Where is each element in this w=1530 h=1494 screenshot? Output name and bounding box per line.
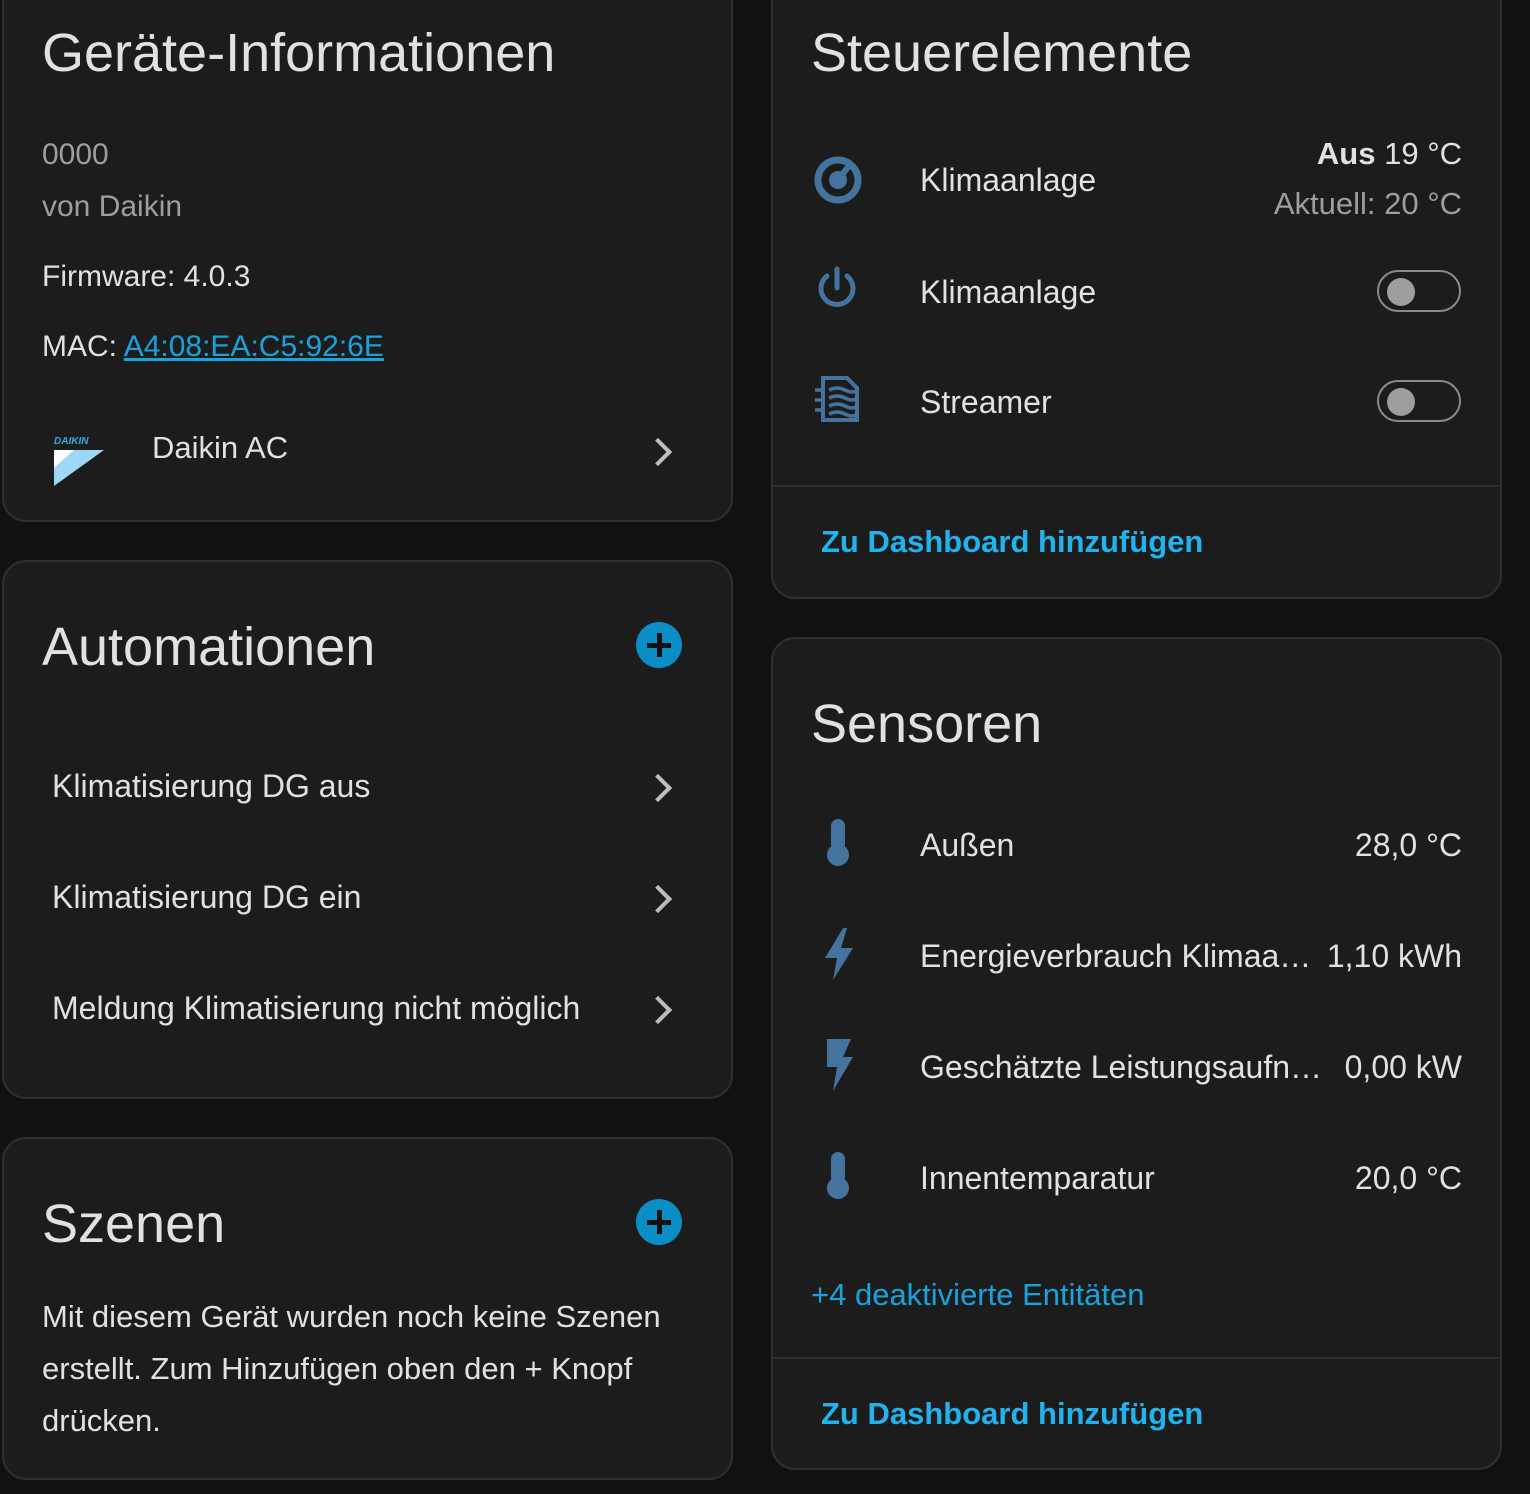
sensors-card: Sensoren Außen 28,0 °C Energieverbrauch … bbox=[771, 637, 1502, 1470]
mac-label: MAC: bbox=[42, 330, 124, 363]
thermometer-icon bbox=[823, 1150, 853, 1205]
sensors-add-to-dashboard-button[interactable]: Zu Dashboard hinzufügen bbox=[821, 1396, 1203, 1432]
automation-label: Meldung Klimatisierung nicht möglich bbox=[52, 990, 581, 1026]
thermostat-icon bbox=[813, 155, 863, 210]
climate-state: Aus 19 °C bbox=[1317, 136, 1462, 172]
chevron-right-icon bbox=[643, 437, 673, 467]
device-firmware: Firmware: 4.0.3 bbox=[42, 260, 251, 293]
toggle-knob bbox=[1387, 388, 1415, 416]
toggle-knob bbox=[1387, 278, 1415, 306]
chevron-right-icon bbox=[643, 773, 673, 803]
chevron-right-icon bbox=[643, 995, 673, 1025]
mac-link[interactable]: A4:08:EA:C5:92:6E bbox=[124, 330, 384, 363]
integration-row[interactable]: DAIKIN Daikin AC bbox=[4, 422, 731, 512]
device-model: 0000 bbox=[42, 138, 109, 171]
lightning-icon bbox=[823, 928, 855, 985]
power-switch-label: Klimaanlage bbox=[920, 274, 1097, 310]
sensor-value: 0,00 kW bbox=[1344, 1049, 1462, 1085]
sensor-label: Energieverbrauch Klimaa… bbox=[920, 938, 1312, 974]
sensor-label: Geschätzte Leistungsaufn… bbox=[920, 1049, 1323, 1085]
sensor-value: 1,10 kWh bbox=[1326, 938, 1462, 974]
chevron-right-icon bbox=[643, 884, 673, 914]
device-info-title: Geräte-Informationen bbox=[42, 23, 556, 83]
sensor-value: 20,0 °C bbox=[1354, 1160, 1462, 1196]
sensor-row[interactable]: Energieverbrauch Klimaa… 1,10 kWh bbox=[773, 900, 1500, 1010]
air-filter-icon bbox=[813, 374, 863, 429]
daikin-logo-text: DAIKIN bbox=[54, 436, 89, 447]
controls-add-to-dashboard-button[interactable]: Zu Dashboard hinzufügen bbox=[821, 524, 1203, 560]
controls-card: Steuerelemente Klimaanlage Aus 19 °C Akt… bbox=[771, 0, 1502, 599]
disabled-entities-link[interactable]: +4 deaktivierte Entitäten bbox=[811, 1277, 1144, 1313]
daikin-logo: DAIKIN bbox=[52, 434, 106, 492]
integration-name: Daikin AC bbox=[152, 430, 289, 465]
power-switch-row: Klimaanlage bbox=[773, 236, 1500, 346]
sensor-row[interactable]: Außen 28,0 °C bbox=[773, 789, 1500, 899]
streamer-switch-row: Streamer bbox=[773, 346, 1500, 456]
controls-title: Steuerelemente bbox=[811, 23, 1193, 83]
device-info-card: Geräte-Informationen 0000 von Daikin Fir… bbox=[2, 0, 733, 522]
power-icon bbox=[815, 266, 859, 315]
climate-target-temp: 19 °C bbox=[1384, 136, 1462, 171]
climate-current-temp: Aktuell: 20 °C bbox=[1273, 186, 1462, 221]
sensor-row[interactable]: Geschätzte Leistungsaufn… 0,00 kW bbox=[773, 1011, 1500, 1121]
scenes-card: Szenen Mit diesem Gerät wurden noch kein… bbox=[2, 1137, 733, 1480]
sensor-value: 28,0 °C bbox=[1354, 827, 1462, 863]
sensor-label: Außen bbox=[920, 827, 1015, 863]
power-toggle[interactable] bbox=[1377, 270, 1461, 312]
automation-label: Klimatisierung DG ein bbox=[52, 879, 362, 915]
automation-item[interactable]: Klimatisierung DG aus bbox=[4, 732, 731, 842]
climate-state-mode: Aus bbox=[1316, 136, 1376, 171]
climate-row[interactable]: Klimaanlage Aus 19 °C Aktuell: 20 °C bbox=[773, 122, 1500, 232]
automation-item[interactable]: Klimatisierung DG ein bbox=[4, 843, 731, 953]
add-automation-button[interactable] bbox=[636, 622, 682, 668]
flash-icon bbox=[823, 1039, 855, 1096]
card-divider bbox=[773, 485, 1500, 487]
card-divider bbox=[773, 1357, 1500, 1359]
sensor-row[interactable]: Innentemparatur 20,0 °C bbox=[773, 1122, 1500, 1232]
device-mac: MAC: A4:08:EA:C5:92:6E bbox=[42, 330, 384, 364]
automations-title: Automationen bbox=[42, 617, 376, 677]
scenes-empty-text: Mit diesem Gerät wurden noch keine Szene… bbox=[42, 1299, 661, 1438]
add-scene-button[interactable] bbox=[636, 1199, 682, 1245]
streamer-toggle[interactable] bbox=[1377, 380, 1461, 422]
thermometer-icon bbox=[823, 817, 853, 872]
streamer-switch-label: Streamer bbox=[920, 384, 1052, 420]
climate-label: Klimaanlage bbox=[920, 162, 1097, 198]
device-manufacturer: von Daikin bbox=[42, 190, 183, 223]
sensor-label: Innentemparatur bbox=[920, 1160, 1155, 1196]
automation-item[interactable]: Meldung Klimatisierung nicht möglich bbox=[4, 954, 731, 1064]
scenes-title: Szenen bbox=[42, 1194, 226, 1254]
automation-label: Klimatisierung DG aus bbox=[52, 768, 371, 804]
sensors-title: Sensoren bbox=[811, 694, 1043, 754]
automations-card: Automationen Klimatisierung DG aus Klima… bbox=[2, 560, 733, 1099]
